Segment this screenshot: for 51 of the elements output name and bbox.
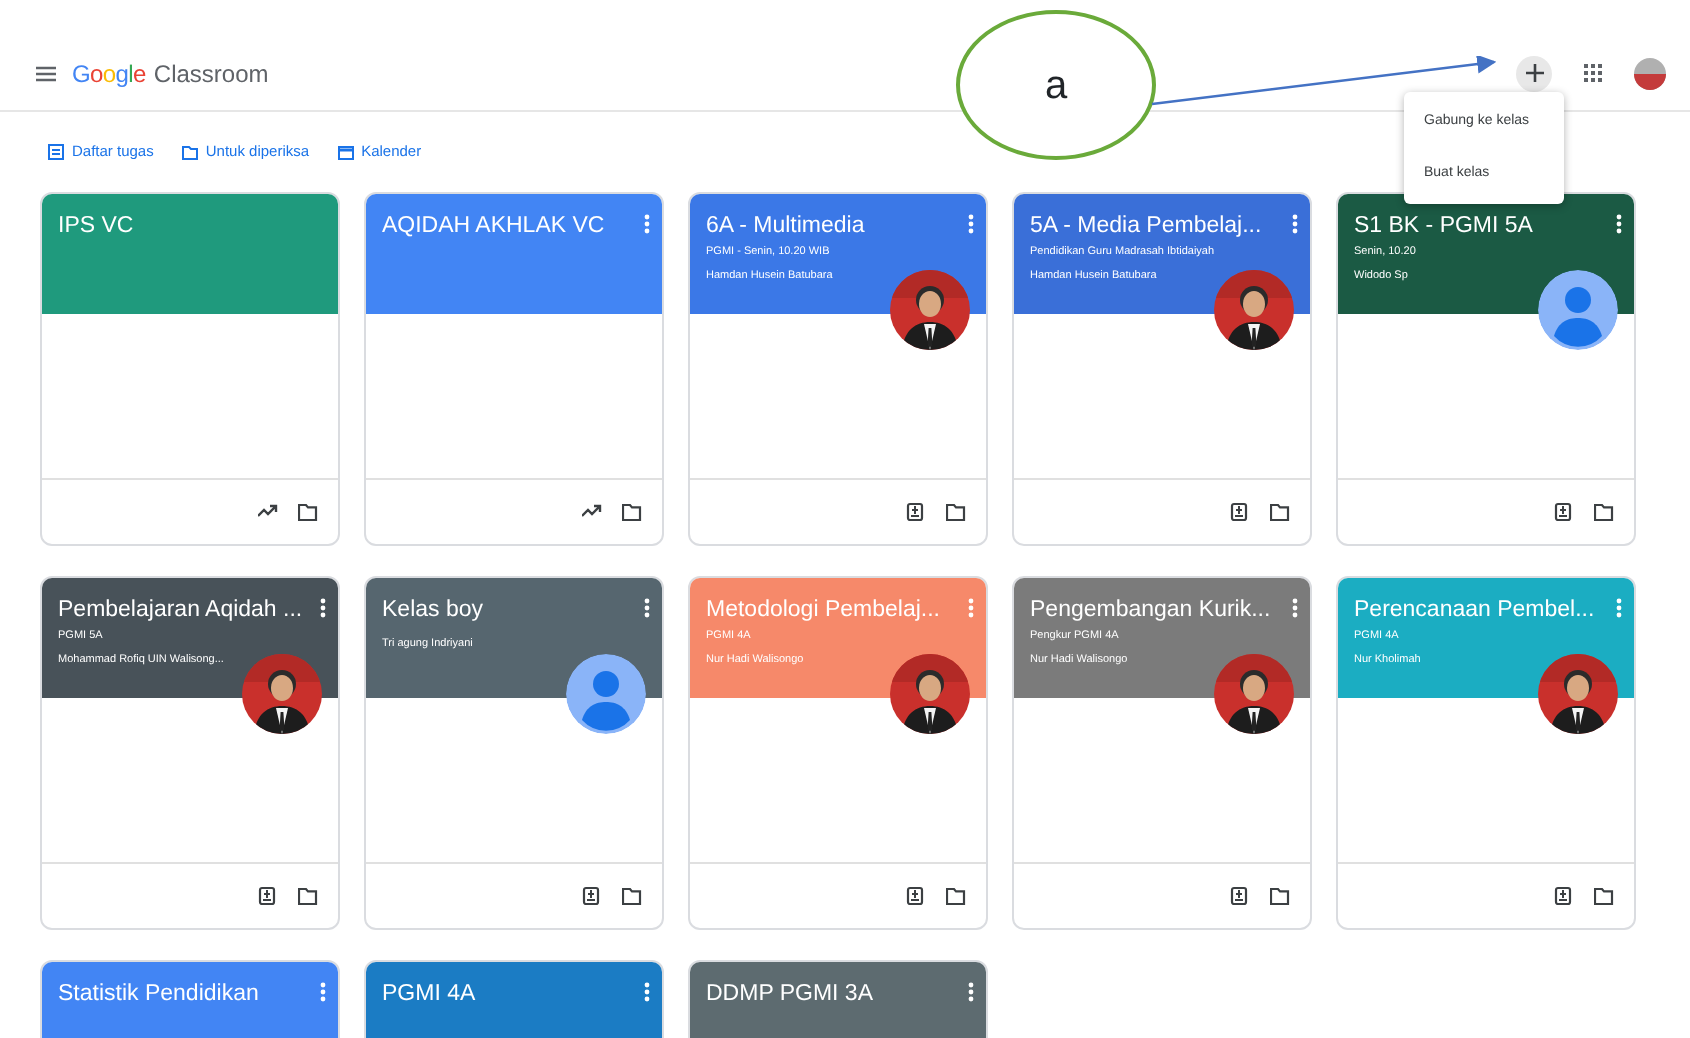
class-title[interactable]: IPS VC	[58, 212, 322, 241]
clipboard-icon[interactable]	[1554, 502, 1574, 523]
more-options-icon[interactable]	[1292, 598, 1298, 619]
more-options-icon[interactable]	[644, 982, 650, 1003]
avatar-icon	[1538, 270, 1618, 351]
calendar-icon	[337, 143, 354, 160]
clipboard-icon[interactable]	[1230, 502, 1250, 523]
class-title[interactable]: AQIDAH AKHLAK VC	[382, 212, 646, 241]
folder-icon[interactable]	[622, 886, 642, 907]
folder-icon[interactable]	[298, 886, 318, 907]
class-title[interactable]: Kelas boy	[382, 596, 646, 625]
clipboard-icon[interactable]	[582, 886, 602, 907]
more-options-icon[interactable]	[968, 214, 974, 235]
more-options-icon[interactable]	[320, 598, 326, 619]
avatar-icon[interactable]	[1634, 57, 1666, 89]
plus-icon	[1525, 64, 1543, 82]
class-title[interactable]: Perencanaan Pembel...	[1354, 596, 1618, 625]
folder-icon[interactable]	[946, 502, 966, 523]
folder-icon	[181, 143, 198, 160]
folder-icon[interactable]	[298, 502, 318, 523]
clipboard-icon[interactable]	[906, 886, 926, 907]
folder-icon[interactable]	[622, 502, 642, 523]
class-title[interactable]: Pembelajaran Aqidah ...	[58, 596, 322, 625]
more-options-icon[interactable]	[1292, 214, 1298, 235]
class-title[interactable]: 6A - Multimedia	[706, 212, 970, 241]
folder-icon[interactable]	[1594, 502, 1614, 523]
more-options-icon[interactable]	[1616, 214, 1622, 235]
annotation-label: a	[956, 10, 1156, 160]
list-icon	[48, 143, 64, 160]
more-options-icon[interactable]	[320, 982, 326, 1003]
app-name[interactable]: Classroom	[153, 55, 269, 91]
add-button[interactable]	[1516, 55, 1552, 91]
folder-icon[interactable]	[946, 886, 966, 907]
folder-icon[interactable]	[1270, 502, 1290, 523]
apps-grid-icon[interactable]	[1584, 64, 1602, 82]
more-options-icon[interactable]	[968, 982, 974, 1003]
class-title[interactable]: 5A - Media Pembelaj...	[1030, 212, 1294, 241]
clipboard-icon[interactable]	[1230, 886, 1250, 907]
logo-text[interactable]: Google	[72, 55, 146, 91]
clipboard-icon[interactable]	[258, 886, 278, 907]
class-title[interactable]: S1 BK - PGMI 5A	[1354, 212, 1618, 241]
avatar-icon	[566, 654, 646, 735]
clipboard-icon[interactable]	[906, 502, 926, 523]
class-title[interactable]: Pengembangan Kurik...	[1030, 596, 1294, 625]
more-options-icon[interactable]	[644, 214, 650, 235]
class-title[interactable]: Metodologi Pembelaj...	[706, 596, 970, 625]
clipboard-icon[interactable]	[1554, 886, 1574, 907]
menu-icon[interactable]	[36, 65, 56, 81]
folder-icon[interactable]	[1270, 886, 1290, 907]
folder-icon[interactable]	[1594, 886, 1614, 907]
more-options-icon[interactable]	[644, 598, 650, 619]
